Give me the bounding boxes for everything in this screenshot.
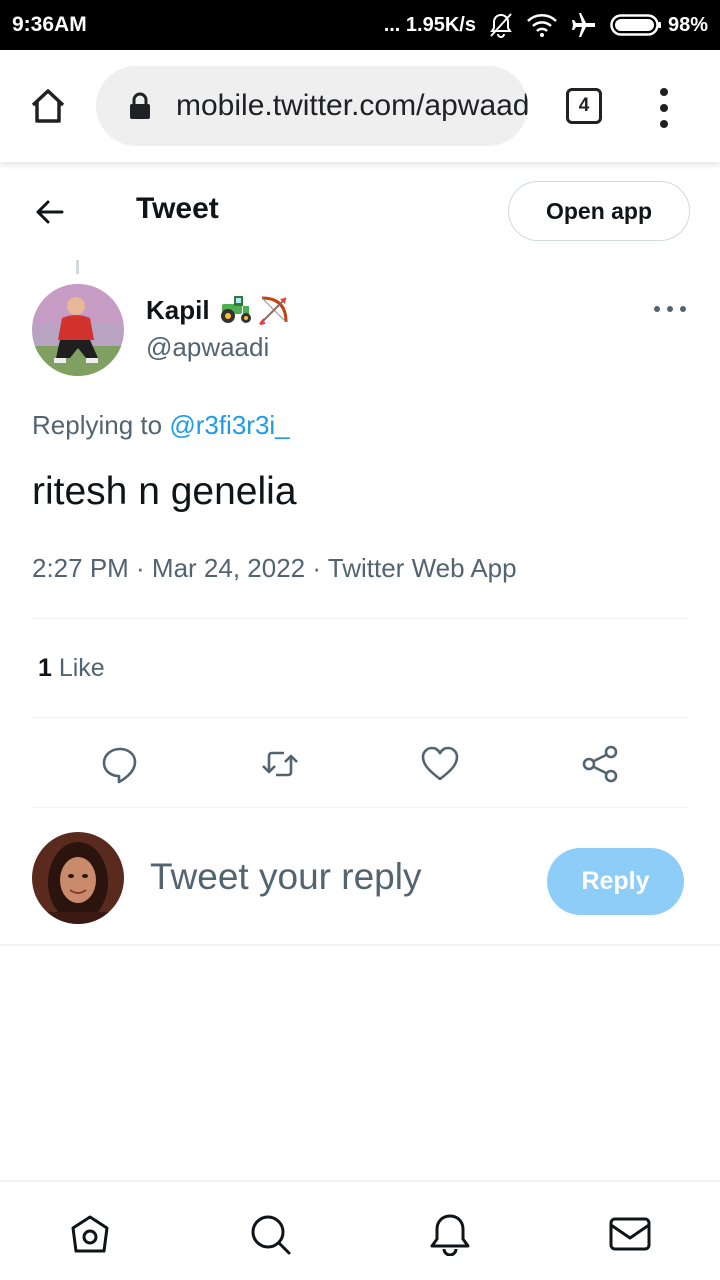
nav-notifications-button[interactable]	[428, 1212, 472, 1256]
url-text: mobile.twitter.com/apwaadi/status	[176, 89, 528, 122]
nav-messages-button[interactable]	[608, 1212, 652, 1256]
reply-button[interactable]	[100, 744, 140, 784]
overflow-menu-icon[interactable]	[652, 88, 676, 128]
more-options-icon[interactable]	[654, 304, 686, 314]
tweet-text: ritesh n genelia	[32, 470, 297, 513]
like-button[interactable]	[420, 744, 460, 784]
network-speed: ... 1.95K/s	[383, 13, 476, 36]
author-name[interactable]: Kapil	[146, 295, 210, 326]
battery-indicator: 98%	[610, 13, 708, 37]
divider	[0, 944, 720, 946]
likes-count-link[interactable]: 1 Like	[38, 654, 105, 683]
battery-icon	[610, 14, 661, 36]
notifications-bell-icon	[430, 1214, 470, 1256]
home-icon	[71, 1215, 109, 1253]
thread-connector-line	[76, 260, 79, 274]
retweet-button[interactable]	[260, 744, 300, 784]
replying-to-handle-link[interactable]: @r3fi3r3i_	[169, 410, 289, 440]
battery-percent: 98%	[667, 13, 708, 36]
page-title: Tweet	[136, 192, 219, 225]
share-button[interactable]	[580, 744, 620, 784]
status-bar: 9:36AM ... 1.95K/s 98%	[0, 0, 720, 50]
like-count: 1	[38, 654, 52, 682]
divider	[32, 807, 688, 808]
divider	[32, 717, 688, 718]
tab-count: 4	[578, 95, 590, 116]
wifi-icon	[526, 12, 558, 38]
lock-icon	[130, 92, 150, 119]
search-icon	[251, 1215, 291, 1255]
replying-prefix: Replying to	[32, 410, 170, 440]
back-button[interactable]	[32, 194, 68, 230]
current-user-avatar	[32, 832, 124, 924]
back-arrow-icon	[36, 200, 64, 224]
author-emojis	[218, 292, 292, 328]
address-bar[interactable]: mobile.twitter.com/apwaadi/status	[96, 66, 528, 146]
tweet-timestamp-source[interactable]: 2:27 PM · Mar 24, 2022 · Twitter Web App	[32, 553, 517, 584]
status-icons: ... 1.95K/s 98%	[384, 12, 708, 38]
open-app-button[interactable]: Open app	[508, 181, 690, 241]
browser-home-button[interactable]	[28, 86, 68, 126]
like-heart-icon	[421, 746, 459, 781]
reply-submit-button[interactable]: Reply	[547, 848, 684, 915]
nav-search-button[interactable]	[248, 1212, 292, 1256]
bow-and-arrow-emoji	[258, 296, 288, 325]
browser-toolbar: mobile.twitter.com/apwaadi/status 4	[0, 50, 720, 162]
nav-home-button[interactable]	[68, 1212, 112, 1256]
replying-to: Replying to @r3fi3r3i_	[32, 410, 290, 441]
author-avatar[interactable]	[32, 284, 124, 376]
tractor-emoji	[220, 296, 251, 323]
airplane-mode-icon	[570, 12, 598, 38]
bell-off-icon	[488, 12, 514, 38]
share-icon	[582, 745, 618, 783]
like-label: Like	[51, 654, 105, 682]
divider	[32, 618, 688, 619]
home-icon	[31, 89, 65, 123]
status-time: 9:36AM	[12, 13, 87, 36]
tweet-reply-input[interactable]	[150, 856, 530, 898]
reply-icon	[102, 747, 137, 784]
retweet-icon	[262, 751, 298, 777]
bottom-navigation	[0, 1180, 720, 1280]
page-header: Tweet Open app	[0, 162, 720, 260]
author-name-row[interactable]: Kapil	[146, 292, 292, 328]
messages-mail-icon	[609, 1217, 651, 1251]
tab-switcher-button[interactable]: 4	[566, 88, 602, 124]
author-handle[interactable]: @apwaadi	[146, 332, 269, 363]
